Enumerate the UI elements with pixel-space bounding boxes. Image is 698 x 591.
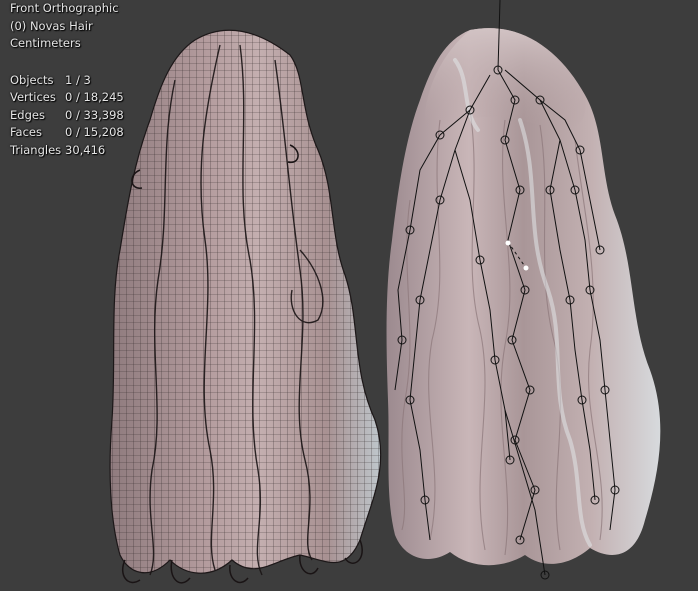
hair-shaded-with-armature[interactable]: [386, 0, 661, 580]
active-object-name: (0) Novas Hair: [10, 18, 93, 33]
stat-faces: Faces 0 / 15,208: [10, 125, 124, 139]
stat-vertices: Vertices 0 / 18,245: [10, 90, 124, 104]
stat-edges: Edges 0 / 33,398: [10, 107, 124, 122]
stat-triangles: Triangles 30,416: [10, 142, 106, 157]
3d-viewport[interactable]: Front Orthographic (0) Novas Hair Centim…: [0, 0, 698, 591]
stat-objects: Objects 1 / 3: [10, 72, 91, 87]
hair-mesh-wireframe[interactable]: [109, 29, 382, 584]
unit-system: Centimeters: [10, 36, 81, 50]
scene-statistics: Objects 1 / 3 Vertices 0 / 18,245 Edges 0 /…: [10, 72, 124, 160]
view-name: Front Orthographic: [10, 1, 119, 15]
viewport-info-overlay: Front Orthographic (0) Novas Hair Centim…: [10, 0, 124, 159]
